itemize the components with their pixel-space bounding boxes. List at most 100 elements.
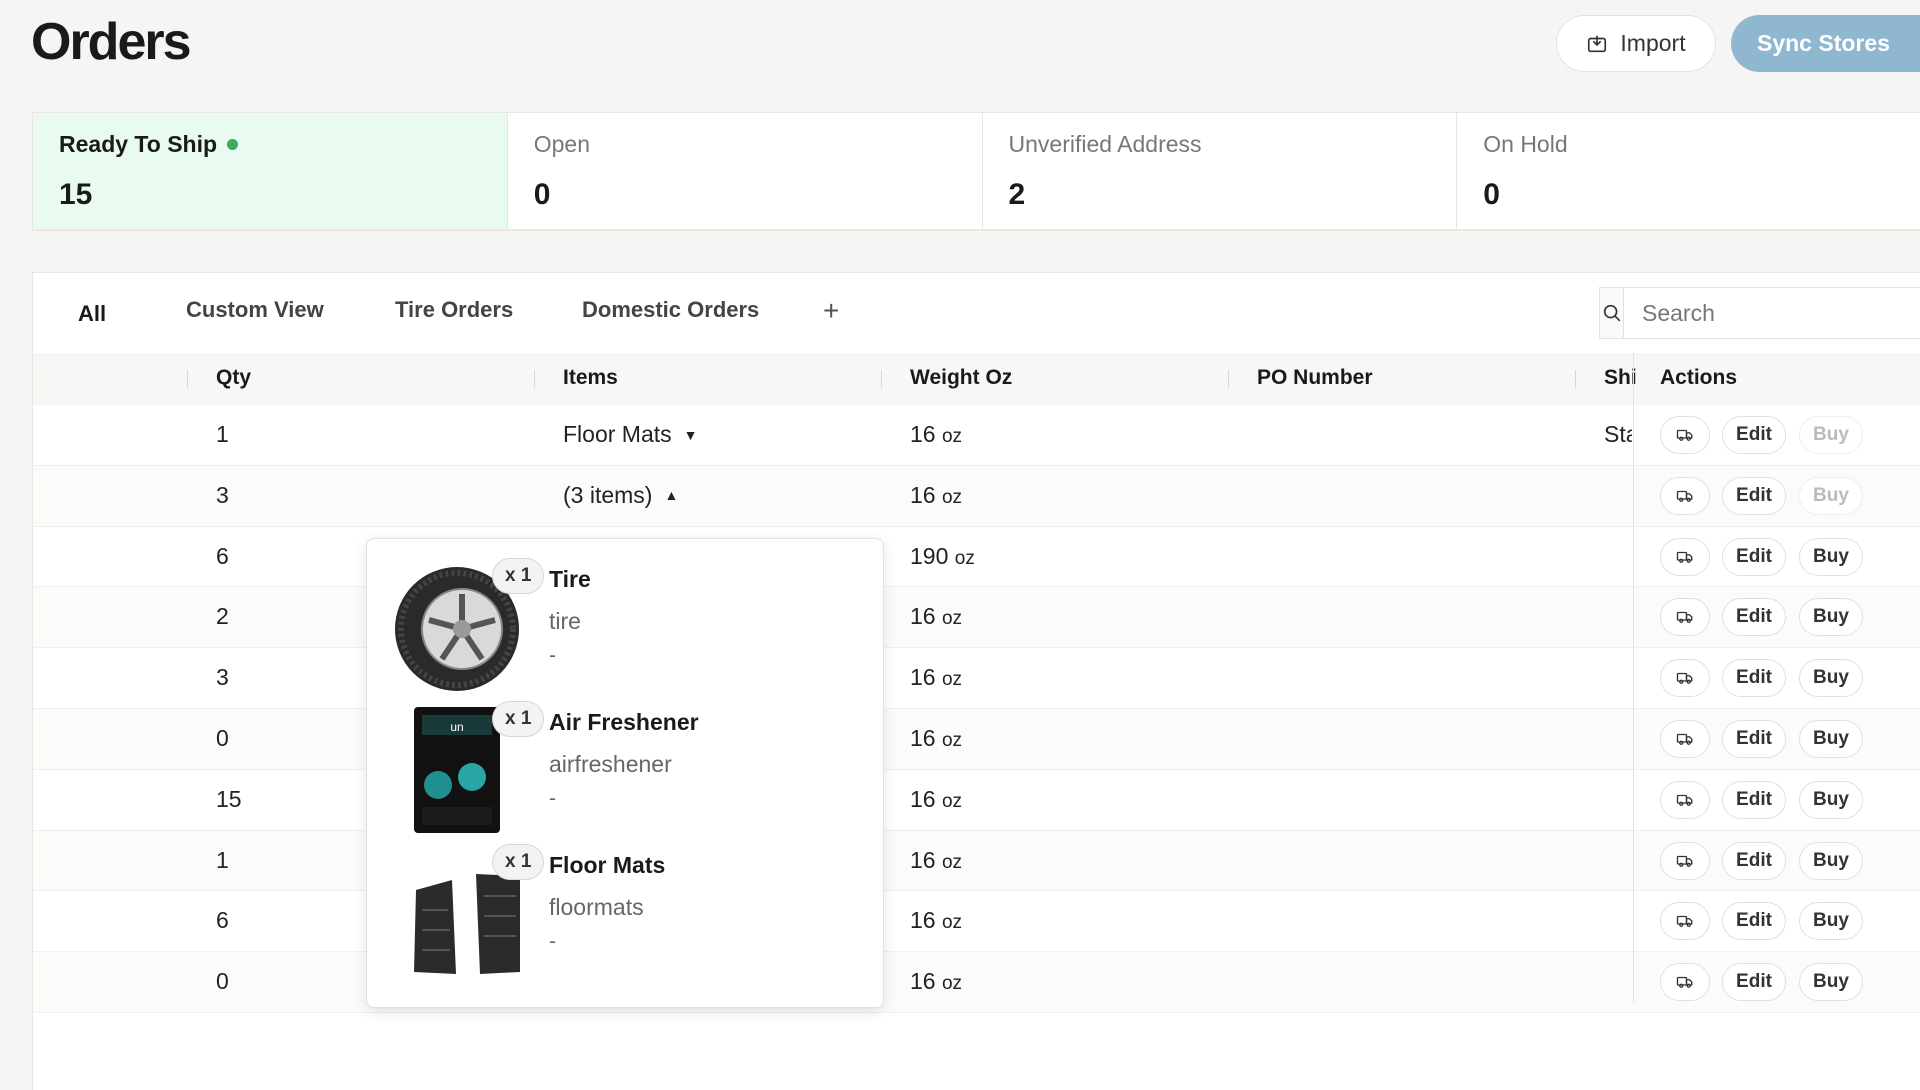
column-po-number[interactable]: PO Number bbox=[1257, 366, 1373, 390]
edit-button[interactable]: Edit bbox=[1722, 659, 1786, 698]
table-row[interactable]: 15 16 oz Edit Buy bbox=[33, 770, 1920, 831]
edit-button[interactable]: Edit bbox=[1722, 841, 1786, 880]
stat-ready-to-ship[interactable]: Ready To Ship 15 bbox=[33, 113, 508, 229]
table-row[interactable]: 3 (3 items) ▲ 16 oz Edit Buy bbox=[33, 465, 1920, 527]
weight-unit: oz bbox=[954, 547, 975, 569]
ship-button[interactable] bbox=[1660, 476, 1710, 515]
column-qty[interactable]: Qty bbox=[216, 366, 251, 390]
buy-button[interactable]: Buy bbox=[1799, 902, 1863, 941]
weight-cell: 16 oz bbox=[910, 907, 962, 934]
tab-tire-orders[interactable]: Tire Orders bbox=[395, 297, 513, 323]
buy-button[interactable]: Buy bbox=[1799, 841, 1863, 880]
ship-button[interactable] bbox=[1660, 841, 1710, 880]
edit-button[interactable]: Edit bbox=[1722, 963, 1786, 1002]
table-row[interactable]: 1 16 oz Edit Buy bbox=[33, 830, 1920, 892]
import-button[interactable]: Import bbox=[1556, 15, 1716, 72]
buy-button[interactable]: Buy bbox=[1799, 963, 1863, 1002]
tab-domestic-orders[interactable]: Domestic Orders bbox=[582, 297, 759, 323]
items-popover: x 1 Tire tire - un x 1 Air Freshener air… bbox=[366, 538, 884, 1008]
items-cell[interactable]: Floor Mats ▼ bbox=[563, 421, 698, 448]
qty-cell: 6 bbox=[216, 907, 229, 934]
buy-button[interactable]: Buy bbox=[1799, 780, 1863, 819]
weight-cell: 16 oz bbox=[910, 664, 962, 691]
weight-value: 16 bbox=[910, 907, 936, 934]
item-note: - bbox=[549, 644, 556, 667]
buy-button[interactable]: Buy bbox=[1799, 416, 1863, 454]
edit-button[interactable]: Edit bbox=[1722, 476, 1786, 515]
edit-button[interactable]: Edit bbox=[1722, 719, 1786, 758]
column-actions: Actions bbox=[1660, 366, 1738, 389]
buy-button[interactable]: Buy bbox=[1799, 476, 1863, 515]
buy-button[interactable]: Buy bbox=[1799, 598, 1863, 637]
buy-button[interactable]: Buy bbox=[1799, 537, 1863, 576]
edit-button[interactable]: Edit bbox=[1722, 416, 1786, 454]
buy-button[interactable]: Buy bbox=[1799, 659, 1863, 698]
weight-unit: oz bbox=[941, 486, 963, 508]
table-row[interactable]: 3 16 oz Edit Buy bbox=[33, 648, 1920, 709]
ship-button[interactable] bbox=[1660, 598, 1710, 637]
truck-icon bbox=[1676, 548, 1694, 566]
column-weight[interactable]: Weight Oz bbox=[910, 366, 1012, 390]
weight-cell: 16 oz bbox=[910, 847, 962, 874]
stat-unverified-address[interactable]: Unverified Address 2 bbox=[983, 113, 1458, 229]
weight-unit: oz bbox=[941, 608, 963, 630]
weight-unit: oz bbox=[941, 669, 963, 691]
weight-value: 16 bbox=[910, 724, 936, 751]
column-items[interactable]: Items bbox=[563, 366, 618, 390]
stat-open[interactable]: Open 0 bbox=[508, 113, 983, 229]
sync-stores-button[interactable]: Sync Stores bbox=[1731, 15, 1920, 72]
tab-custom-view[interactable]: Custom View bbox=[186, 297, 324, 323]
ship-button[interactable] bbox=[1660, 963, 1710, 1002]
item-name: Air Freshener bbox=[549, 709, 699, 735]
ship-button[interactable] bbox=[1660, 537, 1710, 576]
items-label: Floor Mats bbox=[563, 421, 672, 447]
item-name: Tire bbox=[549, 566, 591, 592]
edit-button[interactable]: Edit bbox=[1722, 780, 1786, 819]
item-name: Floor Mats bbox=[549, 852, 666, 878]
column-ship[interactable]: Shi bbox=[1604, 366, 1637, 390]
edit-button[interactable]: Edit bbox=[1722, 902, 1786, 941]
stat-on-hold[interactable]: On Hold 0 bbox=[1457, 113, 1920, 229]
table-row[interactable]: 1 Floor Mats ▼ 16 oz Sta Edit Buy bbox=[33, 405, 1920, 466]
edit-button[interactable]: Edit bbox=[1722, 598, 1786, 637]
weight-cell: 16 oz bbox=[910, 725, 962, 752]
ship-button[interactable] bbox=[1660, 902, 1710, 941]
table-row[interactable]: 2 16 oz Edit Buy bbox=[33, 587, 1920, 649]
edit-button[interactable]: Edit bbox=[1722, 537, 1786, 576]
table-row[interactable]: 6 190 oz Edit Buy bbox=[33, 527, 1920, 588]
weight-unit: oz bbox=[941, 790, 963, 812]
weight-value: 16 bbox=[910, 664, 936, 691]
weight-unit: oz bbox=[941, 973, 963, 995]
table-row[interactable]: 0 16 oz Edit Buy bbox=[33, 952, 1920, 1013]
stat-value: 15 bbox=[59, 178, 93, 211]
search-input[interactable] bbox=[1624, 288, 1920, 338]
popover-item: un x 1 Air Freshener airfreshener - bbox=[392, 701, 862, 837]
search-icon[interactable] bbox=[1600, 288, 1624, 338]
add-tab-button[interactable]: + bbox=[823, 295, 839, 327]
stat-value: 2 bbox=[1008, 178, 1026, 211]
table-header: Qty Items Weight Oz PO Number Shi Action… bbox=[33, 353, 1920, 405]
weight-value: 16 bbox=[910, 785, 936, 812]
qty-cell: 2 bbox=[216, 603, 229, 630]
ship-button[interactable] bbox=[1660, 659, 1710, 698]
qty-cell: 15 bbox=[216, 785, 242, 812]
weight-value: 16 bbox=[910, 481, 936, 508]
ship-button[interactable] bbox=[1660, 780, 1710, 819]
weight-cell: 16 oz bbox=[910, 968, 962, 995]
truck-icon bbox=[1676, 973, 1694, 991]
page-title: Orders bbox=[31, 13, 192, 71]
item-note: - bbox=[549, 787, 556, 810]
orders-table: 1Floor Mats▼16 ozStaEditBuy3(3 items)▲16… bbox=[33, 405, 1920, 1013]
ship-button[interactable] bbox=[1660, 719, 1710, 758]
items-cell[interactable]: (3 items) ▲ bbox=[563, 482, 678, 509]
table-row[interactable]: 6 16 oz Edit Buy bbox=[33, 891, 1920, 953]
buy-button[interactable]: Buy bbox=[1799, 719, 1863, 758]
table-row[interactable]: 0 16 oz Edit Buy bbox=[33, 708, 1920, 770]
ship-button[interactable] bbox=[1660, 416, 1710, 454]
svg-text:un: un bbox=[450, 720, 463, 734]
caret-down-icon: ▼ bbox=[683, 426, 698, 443]
qty-cell: 1 bbox=[216, 846, 229, 873]
qty-cell: 3 bbox=[216, 481, 229, 508]
tab-all[interactable]: All bbox=[78, 301, 106, 327]
weight-value: 16 bbox=[910, 968, 936, 995]
